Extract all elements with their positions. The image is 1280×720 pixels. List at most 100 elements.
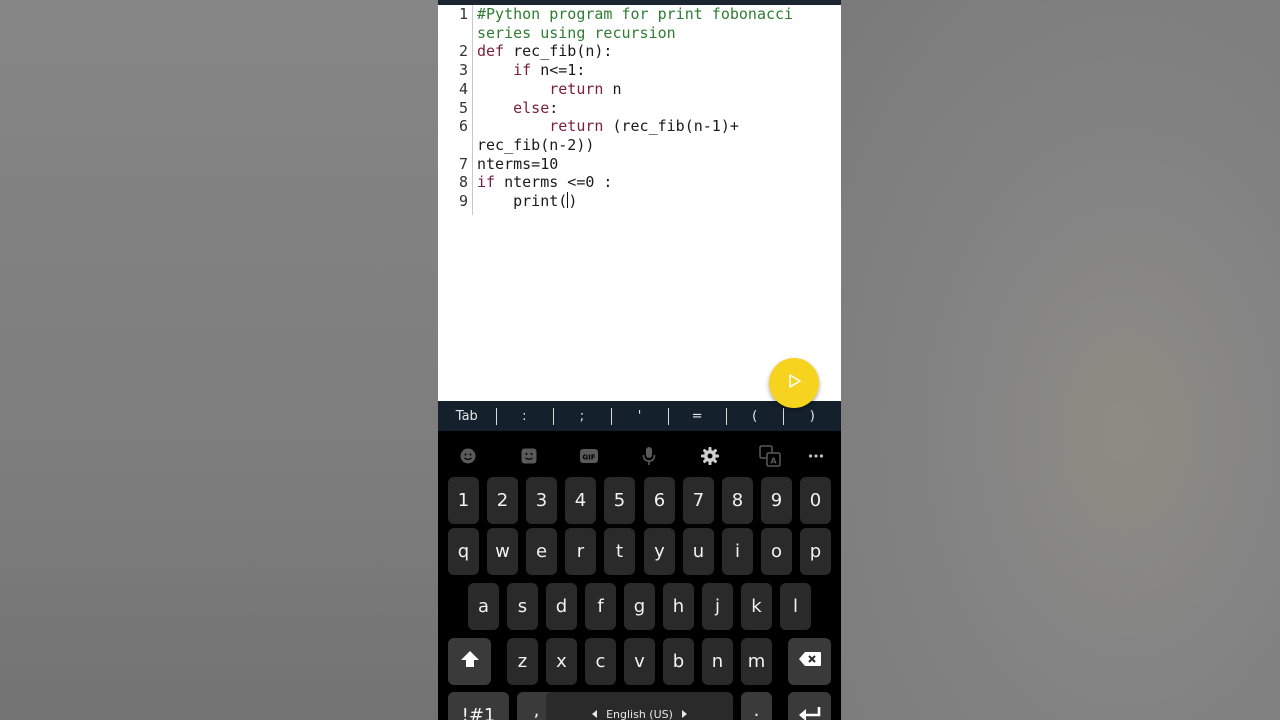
key-i[interactable]: i bbox=[722, 528, 753, 575]
code-line[interactable]: 2 def rec_fib(n): bbox=[438, 42, 841, 61]
key-9[interactable]: 9 bbox=[761, 477, 792, 524]
code-line[interactable]: 4 return n bbox=[438, 80, 841, 99]
code-text: return (rec_fib(n-1)+ bbox=[477, 117, 739, 136]
code-text: return n bbox=[477, 80, 621, 99]
code-line[interactable]: 9 print() bbox=[438, 192, 841, 211]
key-v[interactable]: v bbox=[624, 638, 655, 685]
code-text: rec_fib(n-2)) bbox=[477, 136, 594, 155]
key-2[interactable]: 2 bbox=[487, 477, 518, 524]
extra-key-quote[interactable]: ' bbox=[610, 401, 669, 431]
key-b[interactable]: b bbox=[663, 638, 694, 685]
backspace-key[interactable] bbox=[788, 638, 831, 685]
code-token: ) bbox=[568, 192, 578, 210]
code-line[interactable]: series using recursion bbox=[438, 24, 841, 43]
emoji-icon[interactable] bbox=[451, 439, 485, 473]
keyboard-row-3: z x c v b n m bbox=[438, 638, 841, 685]
mic-icon[interactable] bbox=[632, 439, 666, 473]
more-icon[interactable] bbox=[799, 439, 833, 473]
code-token: rec_fib(n): bbox=[513, 42, 613, 61]
key-5[interactable]: 5 bbox=[604, 477, 635, 524]
code-text: #Python program for print fobonacci bbox=[477, 5, 793, 24]
extra-key-equals[interactable]: = bbox=[668, 401, 726, 431]
key-s[interactable]: s bbox=[507, 583, 538, 630]
key-a[interactable]: a bbox=[468, 583, 499, 630]
code-line[interactable]: 3 if n<=1: bbox=[438, 61, 841, 80]
key-3[interactable]: 3 bbox=[526, 477, 557, 524]
key-p[interactable]: p bbox=[800, 528, 831, 575]
line-number: 3 bbox=[458, 61, 468, 80]
key-4[interactable]: 4 bbox=[565, 477, 596, 524]
enter-key[interactable] bbox=[788, 692, 831, 720]
space-language-label: English (US) bbox=[592, 708, 687, 720]
code-line[interactable]: 7 nterms=10 bbox=[438, 155, 841, 174]
chevron-right-icon bbox=[681, 708, 687, 720]
key-e[interactable]: e bbox=[526, 528, 557, 575]
extra-keys-bar: Tab : ; ' = ( ) bbox=[438, 401, 841, 431]
code-comment: #Python program for print fobonacci bbox=[477, 5, 794, 23]
translate-icon[interactable]: A bbox=[753, 439, 787, 473]
line-number: 7 bbox=[458, 154, 468, 173]
key-f[interactable]: f bbox=[585, 583, 616, 630]
code-token: nterms <=0 : bbox=[504, 173, 613, 192]
code-token: rec_fib(n-2)) bbox=[477, 135, 595, 154]
key-n[interactable]: n bbox=[702, 638, 733, 685]
period-key[interactable]: . bbox=[741, 692, 772, 720]
key-o[interactable]: o bbox=[761, 528, 792, 575]
key-y[interactable]: y bbox=[644, 528, 675, 575]
key-8[interactable]: 8 bbox=[722, 477, 753, 524]
settings-icon[interactable] bbox=[693, 439, 727, 473]
key-h[interactable]: h bbox=[663, 583, 694, 630]
extra-key-open-paren[interactable]: ( bbox=[725, 401, 784, 431]
space-key[interactable]: English (US) bbox=[546, 692, 733, 720]
code-keyword: if bbox=[477, 61, 541, 80]
key-1[interactable]: 1 bbox=[448, 477, 479, 524]
run-button[interactable] bbox=[769, 358, 819, 408]
keyboard-row-1: q w e r t y u i o p bbox=[438, 528, 841, 575]
extra-key-semicolon[interactable]: ; bbox=[553, 401, 611, 431]
extra-key-colon[interactable]: : bbox=[495, 401, 554, 431]
key-r[interactable]: r bbox=[565, 528, 596, 575]
key-w[interactable]: w bbox=[487, 528, 518, 575]
line-number: 4 bbox=[458, 79, 468, 98]
key-m[interactable]: m bbox=[741, 638, 772, 685]
code-token: n<=1: bbox=[540, 61, 586, 80]
key-7[interactable]: 7 bbox=[683, 477, 714, 524]
keyboard-number-row: 1 2 3 4 5 6 7 8 9 0 bbox=[438, 477, 841, 524]
code-editor[interactable]: 1 #Python program for print fobonacci seri… bbox=[438, 5, 841, 401]
key-u[interactable]: u bbox=[683, 528, 714, 575]
key-l[interactable]: l bbox=[780, 583, 811, 630]
key-q[interactable]: q bbox=[448, 528, 479, 575]
svg-text:GIF: GIF bbox=[582, 454, 595, 462]
key-c[interactable]: c bbox=[585, 638, 616, 685]
sticker-icon[interactable] bbox=[512, 439, 546, 473]
key-j[interactable]: j bbox=[702, 583, 733, 630]
code-keyword: else bbox=[477, 98, 550, 117]
phone-screen: 1 #Python program for print fobonacci seri… bbox=[438, 0, 841, 720]
code-line[interactable]: rec_fib(n-2)) bbox=[438, 136, 841, 155]
backspace-icon bbox=[798, 651, 822, 672]
extra-key-tab[interactable]: Tab bbox=[438, 401, 496, 431]
code-line[interactable]: 8 if nterms <=0 : bbox=[438, 173, 841, 192]
gif-icon[interactable]: GIF bbox=[572, 439, 606, 473]
key-g[interactable]: g bbox=[624, 583, 655, 630]
code-token: (rec_fib(n-1)+ bbox=[612, 117, 739, 136]
code-line[interactable]: 6 return (rec_fib(n-1)+ bbox=[438, 117, 841, 136]
code-keyword: def bbox=[477, 42, 514, 61]
code-text: else: bbox=[477, 99, 558, 118]
key-0[interactable]: 0 bbox=[800, 477, 831, 524]
key-k[interactable]: k bbox=[741, 583, 772, 630]
key-x[interactable]: x bbox=[546, 638, 577, 685]
key-d[interactable]: d bbox=[546, 583, 577, 630]
code-line[interactable]: 5 else: bbox=[438, 99, 841, 118]
chevron-left-icon bbox=[592, 708, 598, 720]
svg-text:A: A bbox=[770, 457, 777, 466]
play-icon bbox=[786, 373, 802, 393]
line-number: 2 bbox=[458, 42, 468, 61]
key-t[interactable]: t bbox=[604, 528, 635, 575]
shift-key[interactable] bbox=[448, 638, 491, 685]
symbols-key[interactable]: !#1 bbox=[448, 692, 509, 720]
key-z[interactable]: z bbox=[507, 638, 538, 685]
code-text: if nterms <=0 : bbox=[477, 173, 612, 192]
code-line[interactable]: 1 #Python program for print fobonacci bbox=[438, 5, 841, 24]
key-6[interactable]: 6 bbox=[644, 477, 675, 524]
